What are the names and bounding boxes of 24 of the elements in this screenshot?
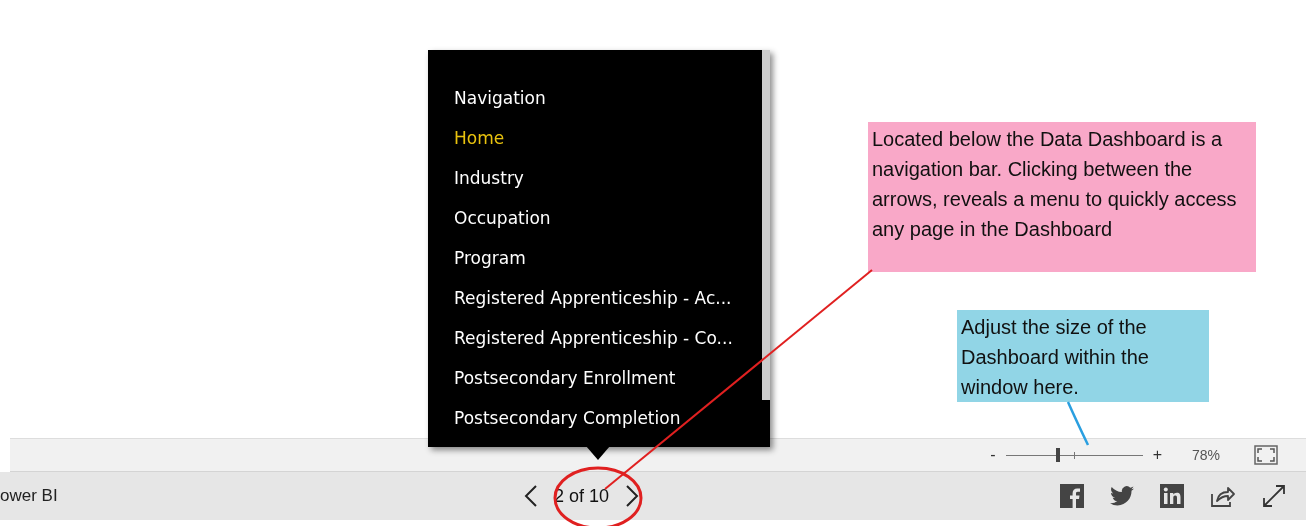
- leader-line: [1066, 401, 1090, 446]
- menu-item[interactable]: Registered Apprenticeship - Co...: [454, 318, 733, 358]
- expand-icon[interactable]: [1262, 484, 1286, 508]
- twitter-icon[interactable]: [1110, 486, 1134, 506]
- zoom-percentage: 78%: [1191, 447, 1220, 463]
- menu-item[interactable]: Home: [454, 118, 505, 158]
- callout-note: Adjust the size of the Dashboard within the window here.: [957, 310, 1209, 402]
- fit-to-page-icon[interactable]: [1254, 445, 1278, 465]
- share-icon[interactable]: [1210, 484, 1236, 508]
- facebook-icon[interactable]: [1060, 484, 1084, 508]
- menu-item[interactable]: Registered Apprenticeship - Ac...: [454, 278, 732, 318]
- callout-note: Located below the Data Dashboard is a navigation bar. Clicking between the arrows, reveals a menu to quickly access any page in the Dashboard: [868, 122, 1256, 272]
- menu-item[interactable]: Industry: [454, 158, 524, 198]
- menu-item[interactable]: Occupation: [454, 198, 551, 238]
- zoom-out-button[interactable]: -: [990, 446, 996, 464]
- menu-item[interactable]: Postsecondary Completion: [454, 398, 681, 438]
- menu-item[interactable]: Program: [454, 238, 526, 278]
- menu-scrollbar[interactable]: [762, 50, 770, 400]
- slider-thumb[interactable]: [1055, 448, 1060, 462]
- linkedin-icon[interactable]: [1160, 484, 1184, 508]
- brand-name: ower BI: [0, 486, 59, 506]
- zoom-in-button[interactable]: +: [1152, 446, 1162, 464]
- menu-item[interactable]: Postsecondary Enrollment: [454, 358, 676, 398]
- menu-title: Navigation: [454, 87, 547, 110]
